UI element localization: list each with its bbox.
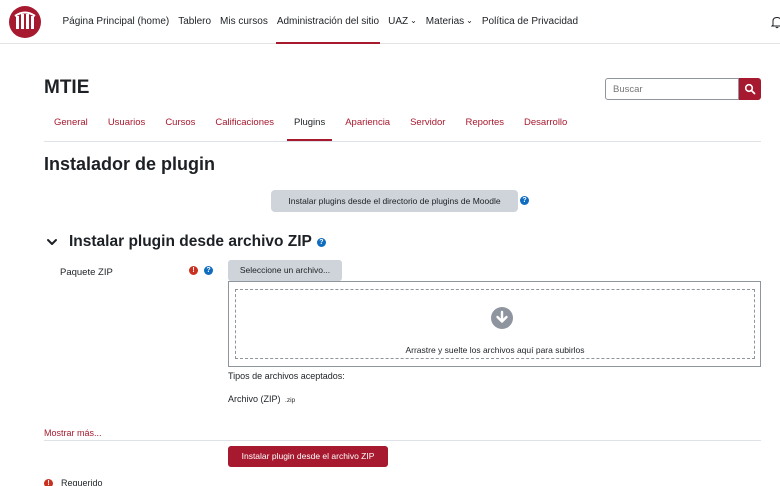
chevron-down-icon: ⌄ <box>466 16 473 25</box>
nav-item-label: Página Principal (home) <box>62 16 170 27</box>
subnav-item-3[interactable]: Calificaciones <box>205 106 284 140</box>
nav-item-label: Tablero <box>178 16 212 27</box>
required-legend-text: Requerido <box>61 478 103 486</box>
chevron-down-icon[interactable] <box>46 236 58 248</box>
nav-item-5[interactable]: Materias ⌄ <box>421 0 477 44</box>
subnav-item-5[interactable]: Apariencia <box>335 106 400 140</box>
install-zip-button[interactable]: Instalar plugin desde el archivo ZIP <box>228 446 388 467</box>
file-dropzone[interactable]: Arrastre y suelte los archivos aquí para… <box>228 281 761 367</box>
nav-item-label: Política de Privacidad <box>481 16 579 27</box>
site-title: MTIE <box>44 77 90 98</box>
nav-item-1[interactable]: Tablero <box>174 0 216 44</box>
search-button[interactable] <box>739 78 761 100</box>
accepted-type: Archivo (ZIP) .zip <box>228 394 295 404</box>
university-logo-icon[interactable] <box>9 6 41 38</box>
subnav-item-2[interactable]: Cursos <box>155 106 205 140</box>
top-navbar: Página Principal (home) Tablero Mis cursos… <box>0 0 780 44</box>
subnav-item-6[interactable]: Servidor <box>400 106 455 140</box>
dropzone-area[interactable]: Arrastre y suelte los archivos aquí para… <box>235 289 755 359</box>
nav-item-label: Materias <box>425 16 465 27</box>
choose-file-button[interactable]: Seleccione un archivo... <box>228 260 342 281</box>
page-title: Instalador de plugin <box>44 154 216 174</box>
dropzone-text: Arrastre y suelte los archivos aquí para… <box>405 345 585 355</box>
show-more-link[interactable]: Mostrar más... <box>44 428 102 438</box>
nav-item-label: Administración del sitio <box>276 16 380 27</box>
question-circle-icon[interactable]: ? <box>204 266 213 275</box>
nav-item-label: UAZ <box>388 16 409 27</box>
accepted-type-ext: .zip <box>285 397 296 404</box>
install-from-directory-button[interactable]: Instalar plugins desde el directorio de … <box>271 190 518 212</box>
exclamation-circle-icon: ! <box>44 478 53 486</box>
question-circle-icon[interactable]: ? <box>316 237 326 247</box>
nav-item-3[interactable]: Administración del sitio <box>272 0 383 44</box>
search-input[interactable] <box>605 78 739 100</box>
nav-item-2[interactable]: Mis cursos <box>216 0 273 44</box>
accepted-type-name: Archivo (ZIP) <box>228 394 281 404</box>
section-title: Instalar plugin desde archivo ZIP <box>69 233 312 250</box>
download-arrow-circle-icon <box>491 307 513 329</box>
chevron-down-icon: ⌄ <box>410 16 417 25</box>
required-legend: ! Requerido <box>44 478 103 486</box>
subnav-item-8[interactable]: Desarrollo <box>514 106 577 140</box>
nav-item-4[interactable]: UAZ ⌄ <box>384 0 422 44</box>
primary-nav: Página Principal (home) Tablero Mis cursos… <box>58 0 583 44</box>
nav-item-6[interactable]: Política de Privacidad <box>477 0 582 44</box>
accepted-types-label: Tipos de archivos aceptados: <box>228 371 345 381</box>
exclamation-circle-icon: ! <box>189 266 198 275</box>
subnav-item-0[interactable]: General <box>44 106 98 140</box>
question-circle-icon[interactable]: ? <box>520 196 529 205</box>
nav-item-0[interactable]: Página Principal (home) <box>58 0 174 44</box>
zip-package-label: Paquete ZIP <box>60 267 113 278</box>
admin-secondary-nav: General Usuarios Cursos Calificaciones Plugi… <box>44 106 761 142</box>
bell-icon[interactable] <box>770 15 780 29</box>
subnav-item-4[interactable]: Plugins <box>284 106 335 141</box>
zip-section-header[interactable]: Instalar plugin desde archivo ZIP ? <box>46 233 326 251</box>
nav-item-label: Mis cursos <box>220 16 268 27</box>
divider <box>44 440 761 441</box>
subnav-item-7[interactable]: Reportes <box>455 106 514 140</box>
subnav-item-1[interactable]: Usuarios <box>98 106 156 140</box>
search-icon <box>744 83 756 95</box>
